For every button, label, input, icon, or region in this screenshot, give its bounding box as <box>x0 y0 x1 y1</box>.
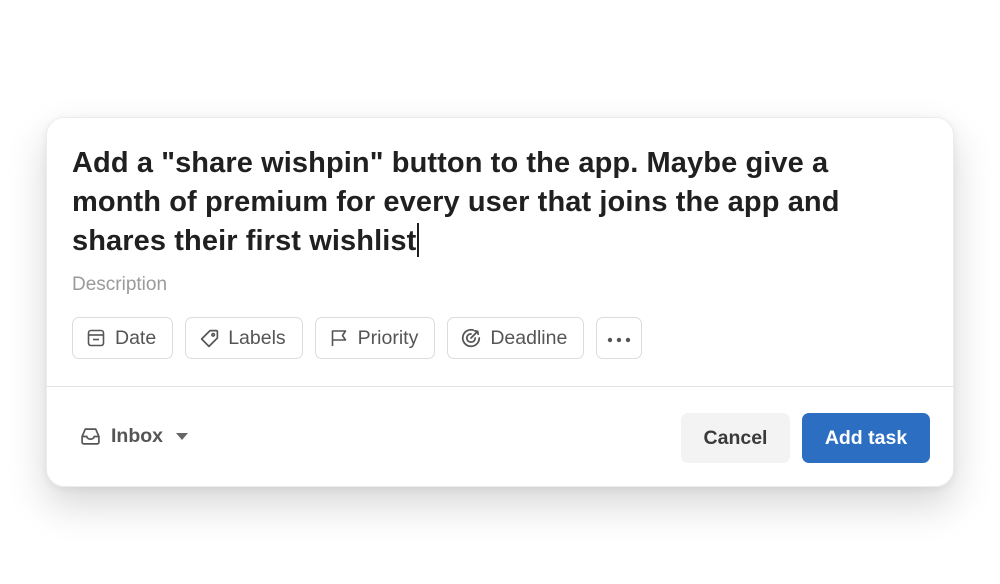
labels-button[interactable]: Labels <box>185 317 303 359</box>
deadline-button[interactable]: Deadline <box>447 317 585 359</box>
add-task-button[interactable]: Add task <box>802 413 930 463</box>
priority-button[interactable]: Priority <box>314 317 436 359</box>
date-label: Date <box>115 326 157 349</box>
add-task-dialog: Add a "share wishpin" button to the app.… <box>46 117 954 487</box>
tag-icon <box>198 327 220 349</box>
task-attribute-chips: Date Labels Priority Deadline <box>72 317 643 359</box>
dialog-divider <box>47 386 953 387</box>
calendar-icon <box>85 327 107 349</box>
priority-label: Priority <box>357 326 419 349</box>
inbox-icon <box>80 426 102 448</box>
chevron-down-icon <box>176 433 188 440</box>
project-label: Inbox <box>111 425 163 447</box>
flag-icon <box>328 327 350 349</box>
deadline-label: Deadline <box>490 326 568 349</box>
more-horizontal-icon <box>606 327 632 350</box>
project-selector[interactable]: Inbox <box>80 425 188 448</box>
labels-label: Labels <box>228 326 286 349</box>
more-options-button[interactable] <box>596 317 643 359</box>
text-caret <box>417 223 419 257</box>
target-icon <box>460 327 482 349</box>
task-description-input[interactable]: Description <box>72 274 167 296</box>
date-button[interactable]: Date <box>72 317 174 359</box>
task-title-input[interactable]: Add a "share wishpin" button to the app.… <box>72 144 892 261</box>
task-title-text: Add a "share wishpin" button to the app.… <box>72 147 840 257</box>
cancel-button[interactable]: Cancel <box>681 413 790 463</box>
